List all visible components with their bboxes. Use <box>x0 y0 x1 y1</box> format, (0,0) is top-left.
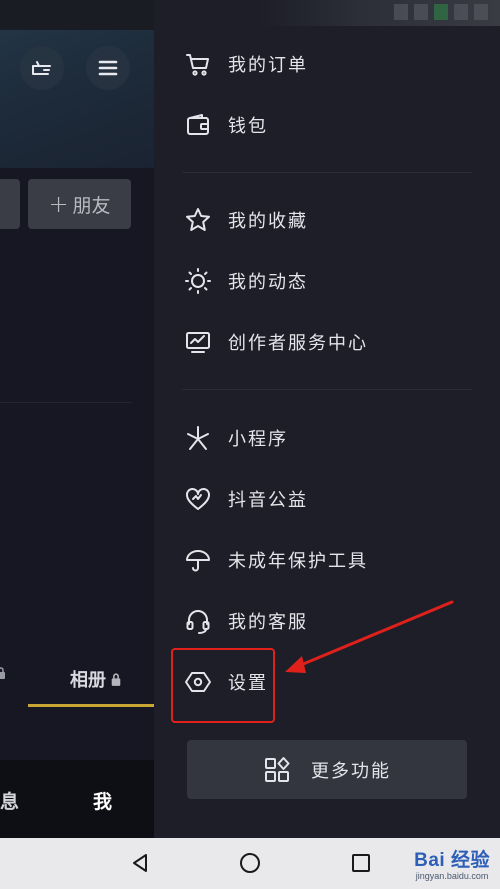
recents-square-icon <box>352 854 370 872</box>
side-drawer: 我的订单 钱包 我的收藏 我的动态 创作者服务中心 小程序 抖音公益 未成年保护… <box>154 0 500 838</box>
recents-button[interactable] <box>346 848 376 878</box>
status-bar <box>154 0 500 26</box>
menu-item-wallet[interactable]: 钱包 <box>182 105 268 145</box>
baidu-jingyan-watermark: Bai 经验 jingyan.baidu.com <box>414 845 490 881</box>
back-button[interactable] <box>125 848 155 878</box>
nav-messages-partial[interactable]: 息 <box>0 787 19 814</box>
creator-monitor-icon <box>182 326 214 358</box>
divider <box>0 402 132 403</box>
watermark-main: Bai 经验 <box>414 850 490 871</box>
menu-item-label: 未成年保护工具 <box>228 551 368 572</box>
menu-item-label: 创作者服务中心 <box>228 333 368 354</box>
annotation-highlight-box <box>171 648 275 723</box>
menu-item-label: 我的收藏 <box>228 211 308 232</box>
menu-item-charity[interactable]: 抖音公益 <box>182 479 308 519</box>
status-icons <box>394 4 488 20</box>
mini-program-icon <box>182 422 214 454</box>
menu-item-activity[interactable]: 我的动态 <box>182 261 308 301</box>
lock-icon <box>0 666 6 684</box>
menu-item-label: 抖音公益 <box>228 490 308 511</box>
lock-icon <box>111 672 121 686</box>
tab-album-label: 相册 <box>70 670 106 691</box>
back-triangle-icon <box>133 854 147 872</box>
hand-pointer-icon <box>32 61 51 75</box>
umbrella-icon <box>182 544 214 576</box>
edit-profile-button-partial[interactable] <box>0 179 20 229</box>
more-features-button[interactable]: 更多功能 <box>187 740 467 799</box>
divider <box>182 389 472 390</box>
menu-item-creator-center[interactable]: 创作者服务中心 <box>182 322 368 362</box>
divider <box>182 172 472 173</box>
menu-button[interactable] <box>86 46 130 90</box>
home-circle-icon <box>240 853 260 873</box>
active-tab-indicator <box>28 704 154 707</box>
add-friend-label: 朋友 <box>72 194 111 217</box>
profile-page-background: + 朋友 相册 息 我 <box>0 0 154 838</box>
menu-item-label: 钱包 <box>228 116 268 137</box>
hamburger-icon <box>98 60 118 76</box>
headset-icon <box>182 605 214 637</box>
menu-item-customer-service[interactable]: 我的客服 <box>182 601 308 641</box>
apps-grid-icon <box>265 756 290 782</box>
menu-item-label: 我的订单 <box>228 55 308 76</box>
status-bar-left <box>0 0 154 30</box>
menu-item-label: 我的客服 <box>228 612 308 633</box>
add-friend-button[interactable]: + 朋友 <box>28 179 131 229</box>
menu-item-minor-protection[interactable]: 未成年保护工具 <box>182 540 368 580</box>
menu-item-favorites[interactable]: 我的收藏 <box>182 200 308 240</box>
sun-icon <box>182 265 214 297</box>
menu-item-mini-programs[interactable]: 小程序 <box>182 418 288 458</box>
watermark-sub: jingyan.baidu.com <box>415 871 489 881</box>
hand-pointer-button[interactable] <box>20 46 64 90</box>
plus-icon: + <box>48 190 69 218</box>
more-features-label: 更多功能 <box>311 760 391 782</box>
profile-header-banner <box>0 0 154 168</box>
home-button[interactable] <box>235 848 265 878</box>
menu-item-label: 小程序 <box>228 429 288 450</box>
menu-item-label: 我的动态 <box>228 272 308 293</box>
wallet-icon <box>182 109 214 141</box>
tab-album[interactable]: 相册 <box>70 666 122 692</box>
cart-icon <box>182 48 214 80</box>
menu-item-orders[interactable]: 我的订单 <box>182 44 308 84</box>
star-icon <box>182 204 214 236</box>
bottom-nav-bar <box>0 760 154 838</box>
nav-me[interactable]: 我 <box>93 787 112 814</box>
charity-heart-icon <box>182 483 214 515</box>
